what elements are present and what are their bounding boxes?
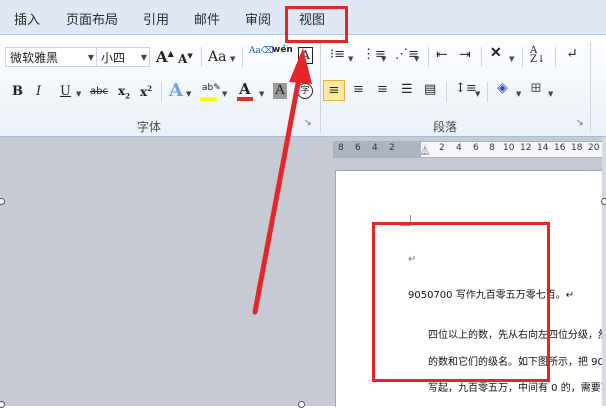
annotation-arrow — [252, 48, 312, 315]
